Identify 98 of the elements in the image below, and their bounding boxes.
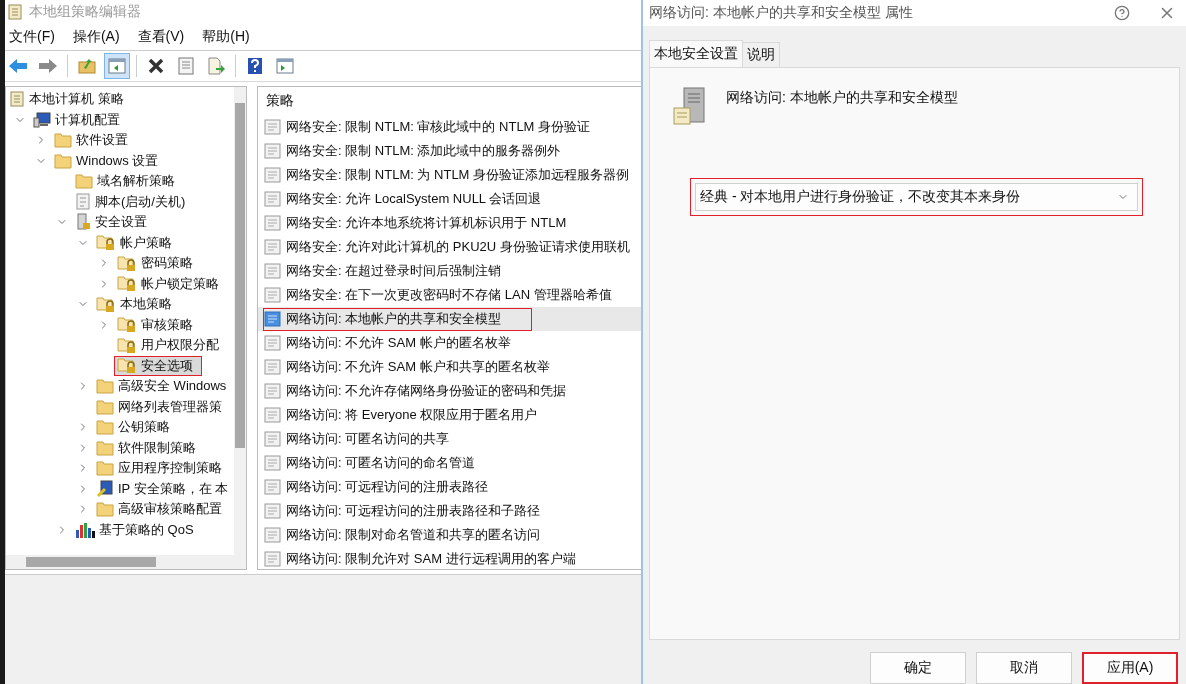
policy-icon [264, 526, 282, 544]
policy-icon [264, 238, 282, 256]
computer-icon [33, 111, 51, 128]
policy-row[interactable]: 网络安全: 在超过登录时间后强制注销 [258, 259, 641, 283]
policy-name: 网络安全: 限制 NTLM: 为 NTLM 身份验证添加远程服务器例 [286, 166, 630, 184]
script-icon [75, 193, 91, 211]
policy-name: 网络访问: 限制允许对 SAM 进行远程调用的客户端 [286, 550, 576, 568]
tree-pane-icon [108, 58, 126, 74]
policy-icon [264, 118, 282, 136]
policy-row[interactable]: 网络访问: 不允许 SAM 帐户和共享的匿名枚举 [258, 355, 641, 379]
properties-icon [177, 57, 195, 75]
menu-item[interactable]: 文件(F) [9, 28, 55, 46]
policy-icon [264, 358, 282, 376]
help-book-icon [247, 57, 263, 75]
policy-icon [264, 430, 282, 448]
policy-name: 网络访问: 可匿名访问的命名管道 [286, 454, 476, 472]
scrollbar-thumb[interactable] [26, 557, 156, 567]
policy-icon [264, 214, 282, 232]
dialog-button[interactable]: 确定 [870, 652, 966, 684]
locked-folder-icon [117, 336, 137, 354]
tab[interactable]: 说明 [742, 41, 780, 67]
policy-name: 网络安全: 允许本地系统将计算机标识用于 NTLM [286, 214, 567, 232]
locked-folder-icon [117, 254, 137, 272]
monitor-key-icon [96, 479, 114, 498]
scroll-icon [7, 3, 23, 21]
forward-arrow-icon [38, 58, 58, 74]
setting-dropdown[interactable]: 经典 - 对本地用户进行身份验证，不改变其本来身份 [695, 182, 1138, 211]
policy-name: 网络安全: 在超过登录时间后强制注销 [286, 262, 502, 280]
menu-item[interactable]: 查看(V) [137, 28, 185, 46]
policy-name: 网络安全: 限制 NTLM: 添加此域中的服务器例外 [286, 142, 561, 160]
policy-name: 网络访问: 限制对命名管道和共享的匿名访问 [286, 526, 541, 544]
policy-name: 网络访问: 不允许存储网络身份验证的密码和凭据 [286, 382, 567, 400]
policy-row[interactable]: 网络访问: 本地帐户的共享和安全模型 [258, 307, 641, 331]
policy-icon [264, 478, 282, 496]
policy-row[interactable]: 网络安全: 允许对此计算机的 PKU2U 身份验证请求使用联机 [258, 235, 641, 259]
policy-name: 网络访问: 不允许 SAM 帐户和共享的匿名枚举 [286, 358, 550, 376]
delete-icon [147, 57, 165, 75]
policy-icon [264, 502, 282, 520]
policy-row[interactable]: 网络安全: 允许 LocalSystem NULL 会话回退 [258, 187, 641, 211]
policy-name: 网络安全: 限制 NTLM: 审核此域中的 NTLM 身份验证 [286, 118, 591, 136]
server-lock-icon [75, 213, 91, 232]
policy-name: 网络安全: 允许对此计算机的 PKU2U 身份验证请求使用联机 [286, 238, 630, 256]
policy-icon [264, 550, 282, 568]
policy-title: 网络访问: 本地帐户的共享和安全模型 [726, 87, 958, 107]
scrollbar-thumb[interactable] [235, 103, 245, 448]
policy-row[interactable]: 网络访问: 不允许存储网络身份验证的密码和凭据 [258, 379, 641, 403]
policy-row[interactable]: 网络访问: 限制允许对 SAM 进行远程调用的客户端 [258, 547, 641, 569]
folder-up-icon [78, 58, 96, 74]
menu-item[interactable]: 帮助(H) [202, 28, 250, 46]
policy-row[interactable]: 网络访问: 限制对命名管道和共享的匿名访问 [258, 523, 641, 547]
policy-name: 网络访问: 本地帐户的共享和安全模型 [286, 310, 502, 328]
column-header[interactable]: 策略 [266, 92, 294, 110]
export-list-icon [207, 57, 225, 75]
policy-name: 网络访问: 可匿名访问的共享 [286, 430, 450, 448]
locked-folder-icon [96, 234, 116, 252]
policy-name: 网络访问: 将 Everyone 权限应用于匿名用户 [286, 406, 538, 424]
menu-item[interactable]: 操作(A) [72, 28, 120, 46]
server-document-icon [672, 85, 708, 126]
scroll-icon [9, 90, 25, 108]
policy-name: 网络访问: 可远程访问的注册表路径和子路径 [286, 502, 541, 520]
window-title: 本地组策略编辑器 [29, 3, 141, 21]
policy-row[interactable]: 网络访问: 将 Everyone 权限应用于匿名用户 [258, 403, 641, 427]
policy-row[interactable]: 网络访问: 可远程访问的注册表路径 [258, 475, 641, 499]
policy-row[interactable]: 网络安全: 允许本地系统将计算机标识用于 NTLM [258, 211, 641, 235]
policy-icon [264, 142, 282, 160]
policy-icon [264, 382, 282, 400]
dialog-button[interactable]: 取消 [976, 652, 1072, 684]
locked-folder-icon [96, 295, 116, 313]
policy-name: 网络访问: 不允许 SAM 帐户的匿名枚举 [286, 334, 511, 352]
policy-icon [264, 262, 282, 280]
back-arrow-icon [8, 58, 28, 74]
locked-folder-icon [117, 316, 137, 334]
dialog-button[interactable]: 应用(A) [1082, 652, 1178, 684]
policy-name: 网络访问: 可远程访问的注册表路径 [286, 478, 489, 496]
action-pane-icon [276, 58, 294, 74]
policy-icon [264, 406, 282, 424]
tree-item[interactable]: 安全选项 [114, 355, 202, 376]
policy-icon [264, 310, 282, 328]
policy-icon [264, 454, 282, 472]
policy-icon [264, 190, 282, 208]
policy-row[interactable]: 网络安全: 限制 NTLM: 审核此域中的 NTLM 身份验证 [258, 115, 641, 139]
dialog-title: 网络访问: 本地帐户的共享和安全模型 属性 [649, 3, 914, 22]
policy-icon [264, 166, 282, 184]
locked-folder-icon [117, 357, 137, 375]
locked-folder-icon [117, 275, 137, 293]
bar-chart-icon [75, 521, 95, 538]
policy-row[interactable]: 网络访问: 可远程访问的注册表路径和子路径 [258, 499, 641, 523]
policy-name: 网络安全: 允许 LocalSystem NULL 会话回退 [286, 190, 542, 208]
policy-row[interactable]: 网络安全: 限制 NTLM: 添加此域中的服务器例外 [258, 139, 641, 163]
policy-row[interactable]: 网络安全: 限制 NTLM: 为 NTLM 身份验证添加远程服务器例 [258, 163, 641, 187]
tab[interactable]: 本地安全设置 [649, 39, 743, 67]
policy-name: 网络安全: 在下一次更改密码时不存储 LAN 管理器哈希值 [286, 286, 612, 304]
policy-row[interactable]: 网络访问: 可匿名访问的共享 [258, 427, 641, 451]
policy-row[interactable]: 网络安全: 在下一次更改密码时不存储 LAN 管理器哈希值 [258, 283, 641, 307]
policy-row[interactable]: 网络访问: 不允许 SAM 帐户的匿名枚举 [258, 331, 641, 355]
policy-icon [264, 334, 282, 352]
policy-icon [264, 286, 282, 304]
policy-row[interactable]: 网络访问: 可匿名访问的命名管道 [258, 451, 641, 475]
